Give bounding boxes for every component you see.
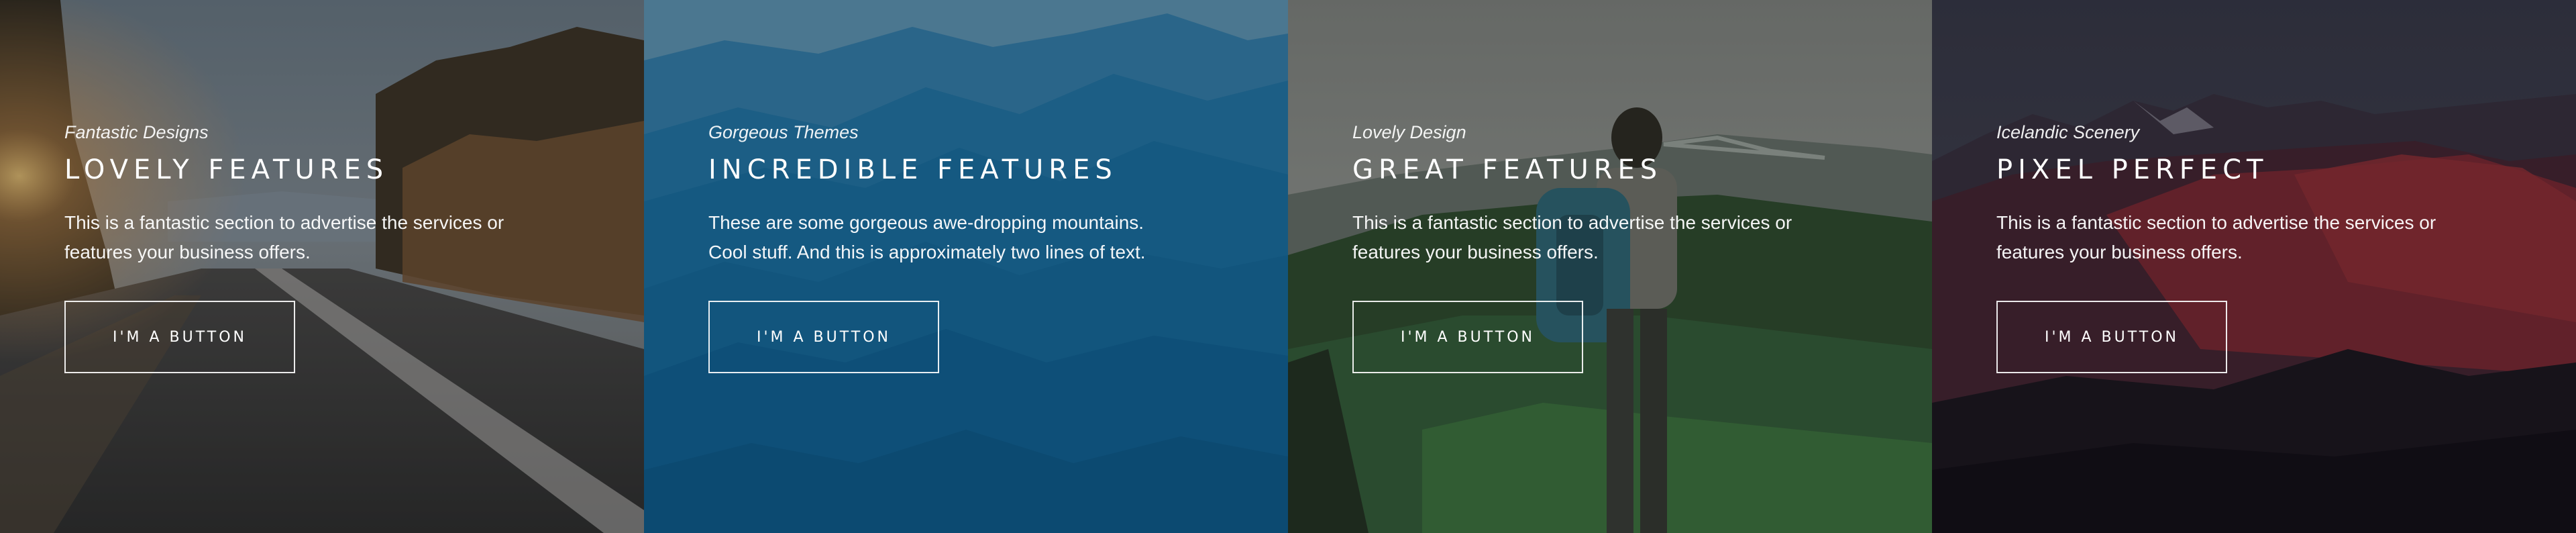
feature-title: PIXEL PERFECT <box>1996 154 2269 185</box>
feature-button[interactable]: I'M A BUTTON <box>1996 301 2227 373</box>
feature-title: GREAT FEATURES <box>1352 154 1663 185</box>
feature-description: This is a fantastic section to advertise… <box>64 212 504 262</box>
feature-description: This is a fantastic section to advertise… <box>1996 212 2436 262</box>
feature-button[interactable]: I'M A BUTTON <box>64 301 295 373</box>
feature-subtitle: Fantastic Designs <box>64 122 209 142</box>
feature-subtitle: Lovely Design <box>1352 122 1466 142</box>
feature-title: INCREDIBLE FEATURES <box>708 154 1118 185</box>
feature-subtitle: Icelandic Scenery <box>1996 122 2140 142</box>
feature-title: LOVELY FEATURES <box>64 154 389 185</box>
feature-content: Fantastic Designs LOVELY FEATURES This i… <box>64 121 547 373</box>
feature-description: This is a fantastic section to advertise… <box>1352 212 1792 262</box>
feature-content: Icelandic Scenery PIXEL PERFECT This is … <box>1996 121 2479 373</box>
feature-panel-mountains: Gorgeous Themes INCREDIBLE FEATURES Thes… <box>644 0 1288 533</box>
feature-panel-iceland: Icelandic Scenery PIXEL PERFECT This is … <box>1932 0 2576 533</box>
feature-subtitle: Gorgeous Themes <box>708 122 859 142</box>
feature-description: These are some gorgeous awe-dropping mou… <box>708 212 1146 262</box>
feature-button[interactable]: I'M A BUTTON <box>1352 301 1583 373</box>
feature-content: Gorgeous Themes INCREDIBLE FEATURES Thes… <box>708 121 1191 373</box>
feature-panel-hiker: Lovely Design GREAT FEATURES This is a f… <box>1288 0 1932 533</box>
features-row: Fantastic Designs LOVELY FEATURES This i… <box>0 0 2576 533</box>
feature-panel-road: Fantastic Designs LOVELY FEATURES This i… <box>0 0 644 533</box>
feature-content: Lovely Design GREAT FEATURES This is a f… <box>1352 121 1835 373</box>
feature-button[interactable]: I'M A BUTTON <box>708 301 939 373</box>
